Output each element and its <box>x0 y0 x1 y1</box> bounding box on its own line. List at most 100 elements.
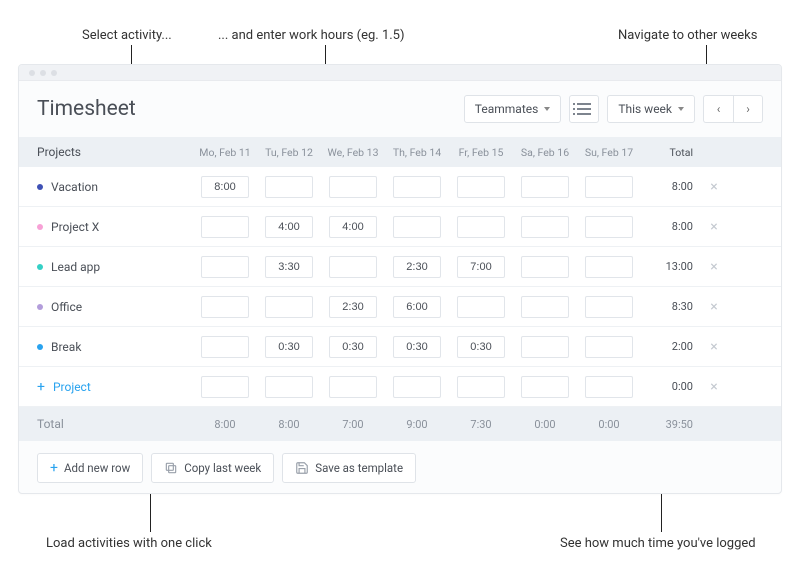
delete-row-button[interactable]: × <box>699 219 729 235</box>
hours-input[interactable] <box>457 176 505 198</box>
week-nav: ‹ › <box>703 95 763 123</box>
hours-input[interactable] <box>265 376 313 398</box>
table-header: Projects Mo, Feb 11 Tu, Feb 12 We, Feb 1… <box>19 137 781 167</box>
hours-input[interactable] <box>329 296 377 318</box>
hours-input[interactable] <box>201 336 249 358</box>
project-name-cell[interactable]: Office <box>33 300 193 314</box>
hours-input[interactable] <box>201 296 249 318</box>
hours-input[interactable] <box>457 376 505 398</box>
hours-input[interactable] <box>457 336 505 358</box>
copy-icon <box>164 461 178 475</box>
hours-input[interactable] <box>201 176 249 198</box>
footer-total-day: 0:00 <box>577 418 641 431</box>
project-color-dot <box>37 344 43 350</box>
hours-input[interactable] <box>265 296 313 318</box>
save-template-label: Save as template <box>315 461 403 475</box>
hours-input[interactable] <box>393 296 441 318</box>
hours-input[interactable] <box>265 256 313 278</box>
add-new-row-label: Add new row <box>64 461 130 475</box>
hours-input[interactable] <box>521 336 569 358</box>
footer-total-day: 7:00 <box>321 418 385 431</box>
hours-input[interactable] <box>585 256 633 278</box>
annotation-select-activity: Select activity... <box>82 28 172 43</box>
footer-total-day: 8:00 <box>257 418 321 431</box>
add-project-cell[interactable]: +Project <box>33 380 193 394</box>
hours-input[interactable] <box>457 296 505 318</box>
save-template-button[interactable]: Save as template <box>282 453 416 483</box>
list-view-button[interactable] <box>569 95 599 123</box>
timesheet-table: Projects Mo, Feb 11 Tu, Feb 12 We, Feb 1… <box>19 137 781 441</box>
hours-input[interactable] <box>329 256 377 278</box>
hours-input[interactable] <box>521 256 569 278</box>
project-name-cell[interactable]: Vacation <box>33 180 193 194</box>
row-total: 8:00 <box>641 180 699 193</box>
teammates-dropdown[interactable]: Teammates <box>464 95 562 123</box>
page-title: Timesheet <box>37 97 464 121</box>
col-day: We, Feb 13 <box>321 146 385 159</box>
col-day: Sa, Feb 16 <box>513 146 577 159</box>
week-dropdown[interactable]: This week <box>607 95 695 123</box>
hours-input[interactable] <box>393 376 441 398</box>
hours-input[interactable] <box>585 216 633 238</box>
table-row: +Project 0:00× <box>19 367 781 407</box>
row-total: 13:00 <box>641 260 699 273</box>
action-bar: + Add new row Copy last week Save as tem… <box>19 441 781 494</box>
project-name-cell[interactable]: Break <box>33 340 193 354</box>
hours-input[interactable] <box>521 216 569 238</box>
prev-week-button[interactable]: ‹ <box>703 95 733 123</box>
hours-input[interactable] <box>393 336 441 358</box>
add-new-row-button[interactable]: + Add new row <box>37 453 143 483</box>
hours-input[interactable] <box>265 336 313 358</box>
project-color-dot <box>37 224 43 230</box>
table-footer: Total 8:00 8:00 7:00 9:00 7:30 0:00 0:00… <box>19 407 781 441</box>
hours-input[interactable] <box>521 176 569 198</box>
chevron-right-icon: › <box>746 102 750 116</box>
hours-input[interactable] <box>201 216 249 238</box>
footer-total-day: 0:00 <box>513 418 577 431</box>
table-body: Vacation8:00×Project X8:00×Lead app13:00… <box>19 167 781 407</box>
plus-icon: + <box>37 380 45 394</box>
footer-label: Total <box>33 417 193 431</box>
hours-input[interactable] <box>329 336 377 358</box>
table-row: Office 8:30× <box>19 287 781 327</box>
delete-row-button[interactable]: × <box>699 299 729 315</box>
project-name-cell[interactable]: Lead app <box>33 260 193 274</box>
hours-input[interactable] <box>521 296 569 318</box>
hours-input[interactable] <box>201 256 249 278</box>
hours-input[interactable] <box>585 176 633 198</box>
delete-row-button[interactable]: × <box>699 259 729 275</box>
delete-row-button[interactable]: × <box>699 179 729 195</box>
hours-input[interactable] <box>329 376 377 398</box>
hours-input[interactable] <box>521 376 569 398</box>
timesheet-window: Timesheet Teammates This week ‹ › Projec… <box>18 64 782 494</box>
row-total: 8:30 <box>641 300 699 313</box>
table-row: Break2:00× <box>19 327 781 367</box>
hours-input[interactable] <box>585 336 633 358</box>
hours-input[interactable] <box>329 216 377 238</box>
hours-input[interactable] <box>329 176 377 198</box>
project-color-dot <box>37 184 43 190</box>
table-row: Project X 8:00× <box>19 207 781 247</box>
hours-input[interactable] <box>265 176 313 198</box>
hours-input[interactable] <box>201 376 249 398</box>
hours-input[interactable] <box>457 216 505 238</box>
col-day: Su, Feb 17 <box>577 146 641 159</box>
table-row: Vacation 8:00× <box>19 167 781 207</box>
hours-input[interactable] <box>585 376 633 398</box>
delete-row-button[interactable]: × <box>699 379 729 395</box>
row-total: 0:00 <box>641 380 699 393</box>
hours-input[interactable] <box>393 256 441 278</box>
hours-input[interactable] <box>393 216 441 238</box>
col-projects: Projects <box>33 145 193 159</box>
hours-input[interactable] <box>585 296 633 318</box>
project-name: Lead app <box>51 260 100 274</box>
footer-total-day: 7:30 <box>449 418 513 431</box>
hours-input[interactable] <box>265 216 313 238</box>
hours-input[interactable] <box>393 176 441 198</box>
delete-row-button[interactable]: × <box>699 339 729 355</box>
hours-input[interactable] <box>457 256 505 278</box>
project-name-cell[interactable]: Project X <box>33 220 193 234</box>
row-total: 8:00 <box>641 220 699 233</box>
copy-last-week-button[interactable]: Copy last week <box>151 453 274 483</box>
next-week-button[interactable]: › <box>733 95 763 123</box>
